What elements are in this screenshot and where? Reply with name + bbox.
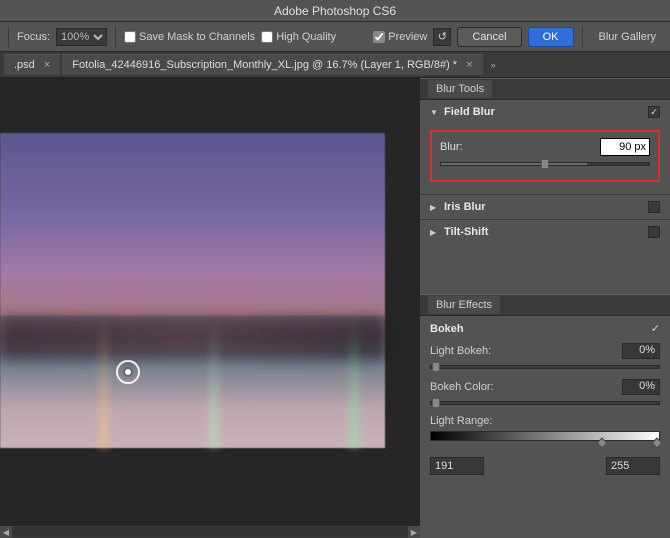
panel-title: Blur Tools: [428, 80, 492, 98]
light-range-low[interactable]: 191: [430, 457, 484, 475]
tab-overflow-icon[interactable]: »: [491, 60, 496, 70]
light-range-label: Light Range:: [430, 415, 492, 427]
tilt-shift-toggle[interactable]: [648, 226, 660, 238]
bokeh-title: Bokeh: [430, 323, 651, 335]
close-icon[interactable]: ×: [466, 59, 472, 71]
light-range-gradient[interactable]: [430, 431, 660, 441]
bokeh-color-group: Bokeh Color: 0%: [420, 377, 670, 413]
field-blur-section: ▼ Field Blur ✓ Blur:: [420, 100, 670, 195]
title-bar: Adobe Photoshop CS6: [0, 0, 670, 22]
range-low-thumb[interactable]: [596, 437, 607, 448]
blur-pin[interactable]: [116, 360, 140, 384]
high-quality-check[interactable]: [261, 31, 273, 43]
bokeh-color-label: Bokeh Color:: [430, 381, 494, 393]
light-range-values: 191 255: [420, 449, 670, 483]
document-tab[interactable]: Fotolia_42446916_Subscription_Monthly_XL…: [62, 54, 482, 75]
tilt-shift-section: ▶ Tilt-Shift: [420, 220, 670, 244]
bokeh-color-value[interactable]: 0%: [622, 379, 660, 395]
preview-check[interactable]: [373, 31, 385, 43]
reset-icon[interactable]: ↺: [433, 28, 451, 46]
slider-thumb[interactable]: [541, 159, 549, 169]
tab-label: .psd: [14, 59, 35, 71]
canvas-area[interactable]: ◀ ▶: [0, 78, 420, 538]
save-mask-checkbox[interactable]: Save Mask to Channels: [124, 31, 255, 43]
focus-label: Focus:: [17, 31, 50, 43]
document-image[interactable]: [0, 133, 385, 448]
blur-effects-panel-header: Blur Effects: [420, 294, 670, 316]
iris-blur-title: Iris Blur: [444, 201, 642, 213]
separator: [8, 27, 9, 47]
iris-blur-toggle[interactable]: [648, 201, 660, 213]
document-tab-bar: .psd × Fotolia_42446916_Subscription_Mon…: [0, 52, 670, 78]
light-bokeh-label: Light Bokeh:: [430, 345, 491, 357]
scroll-left-icon[interactable]: ◀: [0, 526, 12, 538]
range-high-thumb[interactable]: [651, 437, 662, 448]
field-blur-title: Field Blur: [444, 106, 642, 118]
blur-slider[interactable]: [440, 162, 650, 166]
iris-blur-section: ▶ Iris Blur: [420, 195, 670, 220]
close-icon[interactable]: ×: [44, 59, 50, 71]
preview-checkbox[interactable]: Preview: [373, 31, 427, 43]
preview-label: Preview: [388, 31, 427, 43]
high-quality-checkbox[interactable]: High Quality: [261, 31, 336, 43]
tab-label: Fotolia_42446916_Subscription_Monthly_XL…: [72, 59, 457, 71]
scroll-track[interactable]: [12, 527, 408, 537]
field-blur-header[interactable]: ▼ Field Blur ✓: [420, 100, 670, 124]
panel-title: Blur Effects: [428, 296, 500, 314]
bokeh-color-slider[interactable]: [430, 401, 660, 405]
disclosure-right-icon: ▶: [430, 203, 438, 212]
slider-thumb[interactable]: [432, 398, 440, 408]
separator: [582, 27, 583, 47]
bokeh-header: Bokeh ✓: [420, 316, 670, 341]
right-panels: Blur Tools ▼ Field Blur ✓ Blur:: [420, 78, 670, 538]
ok-button[interactable]: OK: [528, 27, 574, 47]
light-bokeh-group: Light Bokeh: 0%: [420, 341, 670, 377]
disclosure-down-icon: ▼: [430, 108, 438, 117]
disclosure-right-icon: ▶: [430, 228, 438, 237]
light-range-high[interactable]: 255: [606, 457, 660, 475]
light-bokeh-value[interactable]: 0%: [622, 343, 660, 359]
iris-blur-header[interactable]: ▶ Iris Blur: [420, 195, 670, 219]
blur-value-input[interactable]: [600, 138, 650, 156]
app-title: Adobe Photoshop CS6: [274, 4, 396, 18]
separator: [115, 27, 116, 47]
blur-label: Blur:: [440, 141, 594, 153]
scroll-right-icon[interactable]: ▶: [408, 526, 420, 538]
light-bokeh-slider[interactable]: [430, 365, 660, 369]
save-mask-check[interactable]: [124, 31, 136, 43]
save-mask-label: Save Mask to Channels: [139, 31, 255, 43]
tilt-shift-header[interactable]: ▶ Tilt-Shift: [420, 220, 670, 244]
tilt-shift-title: Tilt-Shift: [444, 226, 642, 238]
cancel-button[interactable]: Cancel: [457, 27, 521, 47]
slider-thumb[interactable]: [432, 362, 440, 372]
high-quality-label: High Quality: [276, 31, 336, 43]
options-bar: Focus: 100% Save Mask to Channels High Q…: [0, 22, 670, 52]
blur-gallery-link[interactable]: Blur Gallery: [591, 31, 664, 43]
document-tab[interactable]: .psd ×: [4, 54, 60, 75]
bokeh-toggle[interactable]: ✓: [651, 322, 660, 335]
blur-highlight-box: Blur:: [430, 130, 660, 182]
horizontal-scrollbar[interactable]: ◀ ▶: [0, 526, 420, 538]
light-range-group: Light Range:: [420, 413, 670, 449]
field-blur-toggle[interactable]: ✓: [648, 106, 660, 118]
focus-select[interactable]: 100%: [56, 28, 107, 46]
blur-tools-panel-header: Blur Tools: [420, 78, 670, 100]
